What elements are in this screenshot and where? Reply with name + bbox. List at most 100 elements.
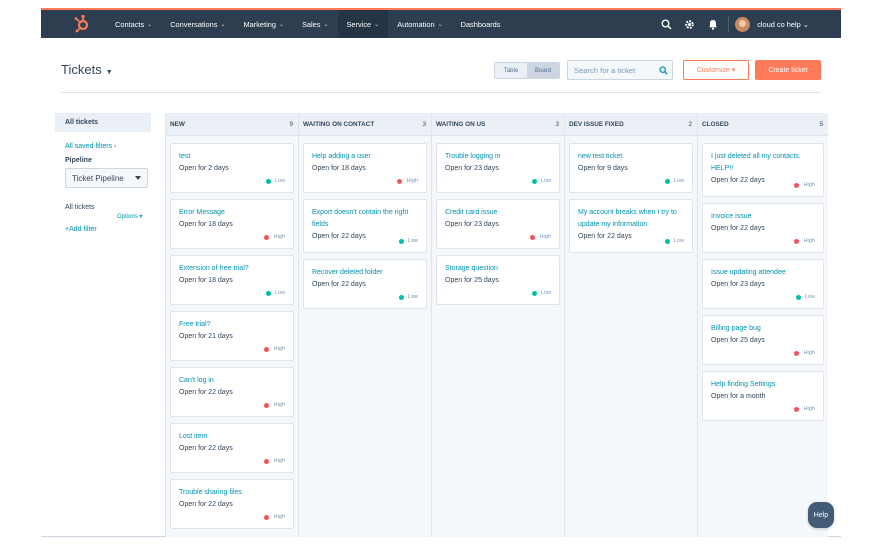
top-navigation: Contacts ⌄ Conversations ⌄ Marketing ⌄ Sales ⌄ S… <box>41 8 841 38</box>
priority-dot-icon <box>265 178 271 184</box>
board-view-button[interactable]: Board <box>527 63 559 78</box>
priority-label: High <box>539 234 551 240</box>
ticket-title[interactable]: Trouble logging in <box>445 151 551 163</box>
ticket-title[interactable]: Issue updating attendee <box>711 267 815 279</box>
priority-label: Low <box>804 294 815 300</box>
chevron-down-icon: ⌄ <box>278 21 284 28</box>
priority-dot-icon <box>531 290 537 296</box>
options-dropdown[interactable]: Options ▾ <box>55 213 151 220</box>
nav-item-service[interactable]: Service ⌄ <box>337 10 389 38</box>
priority-label: High <box>803 182 815 188</box>
ticket-title[interactable]: Help adding a user <box>312 151 418 163</box>
ticket-title[interactable]: Export doesn't contain the right fields <box>312 207 418 231</box>
priority-dot-icon <box>664 178 670 184</box>
ticket-title[interactable]: Error Message <box>179 207 285 219</box>
ticket-title[interactable]: Credit card issue <box>445 207 551 219</box>
ticket-card[interactable]: Recover deleted folder Open for 22 days Lo… <box>303 259 427 309</box>
add-filter-link[interactable]: +Add filter <box>55 226 151 233</box>
nav-item-label: Contacts <box>115 19 145 29</box>
ticket-card[interactable]: Trouble sharing files Open for 22 days Hig… <box>170 479 294 529</box>
ticket-title[interactable]: Billing page bug <box>711 323 815 335</box>
table-view-button[interactable]: Table <box>495 63 527 78</box>
ticket-age: Open for 25 days <box>445 277 499 284</box>
ticket-card[interactable]: Free trial? Open for 21 days High <box>170 311 294 361</box>
ticket-card[interactable]: test Open for 2 days Low <box>170 143 294 193</box>
pipeline-value: Ticket Pipeline <box>72 173 124 183</box>
avatar[interactable] <box>735 16 751 32</box>
ticket-title[interactable]: test <box>179 151 285 163</box>
priority-label: Low <box>673 178 684 184</box>
priority-badge: Low <box>795 294 815 300</box>
saved-filters-link[interactable]: All saved filters › <box>55 143 151 150</box>
help-button[interactable]: Help <box>808 502 834 528</box>
ticket-card[interactable]: new test ticket Open for 9 days Low <box>569 143 693 193</box>
ticket-card[interactable]: Billing page bug Open for 25 days High <box>702 315 824 365</box>
search-input[interactable] <box>568 65 654 75</box>
nav-item-dashboards[interactable]: Dashboards <box>452 10 510 38</box>
ticket-card[interactable]: Help finding Settings Open for a month Hig… <box>702 371 824 421</box>
ticket-title[interactable]: Lost item <box>179 431 285 443</box>
ticket-card[interactable]: Extension of free trial? Open for 18 days… <box>170 255 294 305</box>
ticket-title[interactable]: Invoice issue <box>711 211 815 223</box>
ticket-title[interactable]: I just deleted all my contacts. HELP!! <box>711 151 815 175</box>
create-ticket-button[interactable]: Create ticket <box>755 60 821 80</box>
ticket-title[interactable]: Recover deleted folder <box>312 267 418 279</box>
page-title[interactable]: Tickets ▼ <box>61 62 113 77</box>
ticket-card[interactable]: Issue updating attendee Open for 23 days L… <box>702 259 824 309</box>
search-icon[interactable] <box>654 65 672 75</box>
ticket-title[interactable]: Free trial? <box>179 319 285 331</box>
ticket-card[interactable]: Credit card issue Open for 23 days High <box>436 199 560 249</box>
nav-item-sales[interactable]: Sales ⌄ <box>293 10 338 38</box>
ticket-card[interactable]: Storage question Open for 25 days Low <box>436 255 560 305</box>
nav-item-contacts[interactable]: Contacts ⌄ <box>106 10 161 38</box>
ticket-age: Open for 9 days <box>578 165 628 172</box>
ticket-title[interactable]: My account breaks when I try to update m… <box>578 207 684 231</box>
ticket-card[interactable]: Lost item Open for 22 days High <box>170 423 294 473</box>
sprocket-icon[interactable] <box>72 14 92 34</box>
priority-dot-icon <box>264 234 270 240</box>
ticket-board: NEW 9 test Open for 2 days Low Error Message O… <box>165 113 828 537</box>
column-count: 2 <box>688 120 692 128</box>
ticket-title[interactable]: Help finding Settings <box>711 379 815 391</box>
ticket-card[interactable]: I just deleted all my contacts. HELP!! Op… <box>702 143 824 197</box>
priority-label: High <box>273 514 285 520</box>
priority-badge: High <box>794 406 815 412</box>
top-right-tools: cloud co help ⌄ <box>655 10 841 38</box>
customize-button[interactable]: Customize ▾ <box>683 60 749 80</box>
column-name: NEW <box>170 120 185 128</box>
ticket-title[interactable]: Storage question <box>445 263 551 275</box>
ticket-card[interactable]: Error Message Open for 18 days High <box>170 199 294 249</box>
account-menu[interactable]: cloud co help ⌄ <box>757 20 809 29</box>
ticket-card[interactable]: Export doesn't contain the right fields O… <box>303 199 427 253</box>
board-column: NEW 9 test Open for 2 days Low Error Message O… <box>166 113 299 537</box>
column-count: 3 <box>555 120 559 128</box>
ticket-card[interactable]: Trouble logging in Open for 23 days Low <box>436 143 560 193</box>
gear-icon[interactable] <box>678 10 701 38</box>
priority-dot-icon <box>530 234 536 240</box>
priority-badge: Low <box>265 290 285 296</box>
nav-item-marketing[interactable]: Marketing ⌄ <box>234 10 292 38</box>
bell-icon[interactable] <box>701 10 724 38</box>
ticket-card[interactable]: My account breaks when I try to update m… <box>569 199 693 253</box>
search-icon[interactable] <box>655 10 678 38</box>
ticket-card[interactable]: Can't log in Open for 22 days High <box>170 367 294 417</box>
priority-dot-icon <box>795 294 801 300</box>
priority-badge: High <box>794 182 815 188</box>
ticket-card[interactable]: Help adding a user Open for 18 days High <box>303 143 427 193</box>
nav-item-conversations[interactable]: Conversations ⌄ <box>161 10 234 38</box>
nav-item-automation[interactable]: Automation ⌄ <box>388 10 451 38</box>
priority-badge: High <box>264 346 285 352</box>
ticket-title[interactable]: Can't log in <box>179 375 285 387</box>
all-tickets-view[interactable]: All tickets <box>55 113 151 132</box>
ticket-card[interactable]: Invoice issue Open for 22 days High <box>702 203 824 253</box>
ticket-title[interactable]: new test ticket <box>578 151 684 163</box>
ticket-title[interactable]: Extension of free trial? <box>179 263 285 275</box>
priority-badge: High <box>397 178 418 184</box>
priority-badge: High <box>264 514 285 520</box>
column-header: NEW 9 <box>166 113 298 136</box>
priority-label: Low <box>407 238 418 244</box>
ticket-title[interactable]: Trouble sharing files <box>179 487 285 499</box>
ticket-age: Open for 22 days <box>179 501 233 508</box>
board-column: WAITING ON CONTACT 3 Help adding a user Ope… <box>299 113 432 537</box>
pipeline-select[interactable]: Ticket Pipeline <box>65 168 148 188</box>
